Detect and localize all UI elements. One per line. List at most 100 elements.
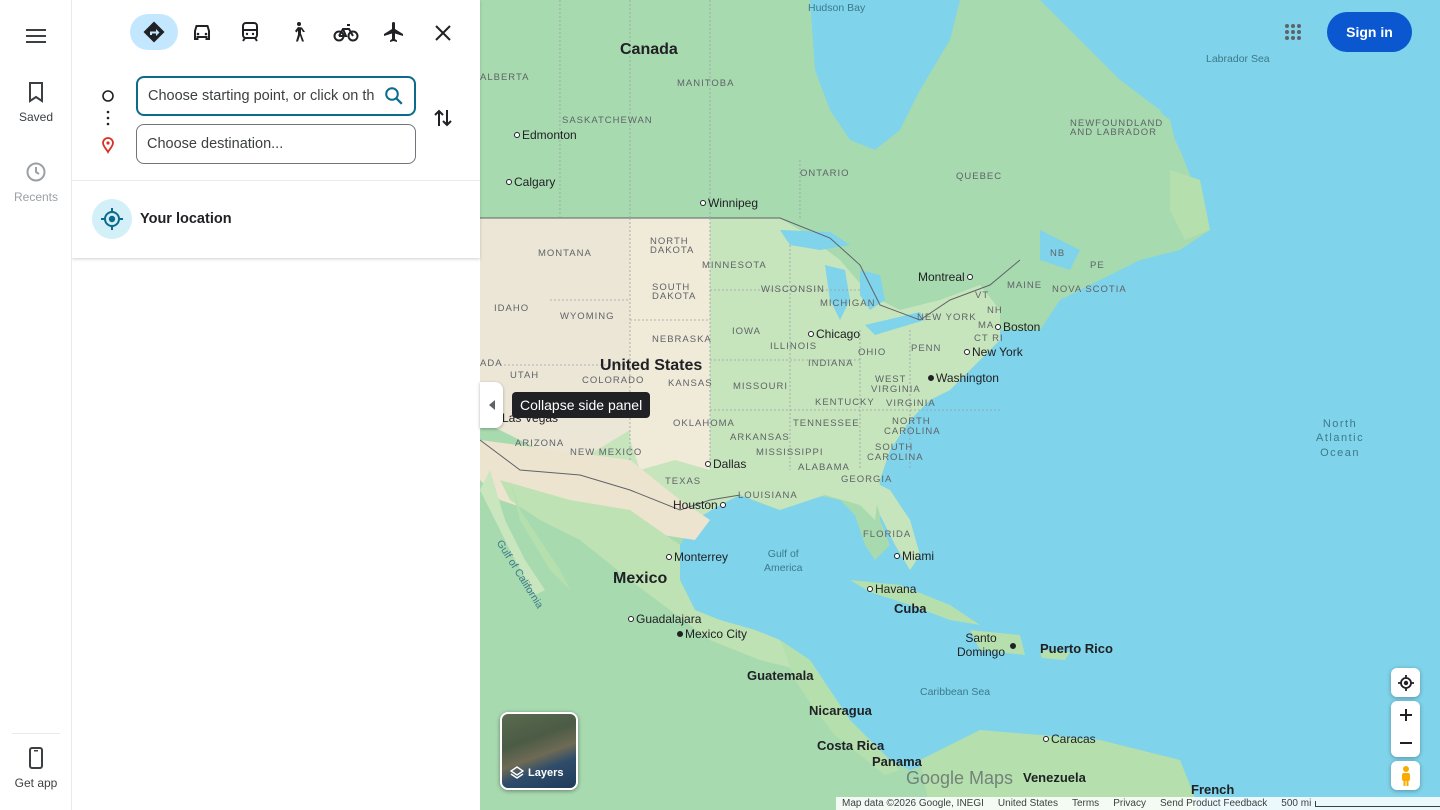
map-label: VIRGINIA [886, 398, 936, 409]
map-label: AND LABRADOR [1070, 127, 1157, 138]
region-link[interactable]: United States [998, 798, 1058, 809]
flights-mode[interactable] [370, 14, 418, 50]
map-label: Hudson Bay [808, 2, 866, 14]
swap-icon [434, 109, 452, 127]
zoom-controls [1391, 701, 1420, 757]
map-label: MONTANA [538, 248, 592, 259]
map-label: ALABAMA [798, 462, 850, 473]
zoom-out-icon[interactable] [1399, 736, 1413, 750]
map-label: Gulf of [767, 548, 799, 560]
map-footer: Map data ©2026 Google, INEGI United Stat… [836, 797, 1440, 810]
map-label: KENTUCKY [815, 397, 875, 408]
terms-link[interactable]: Terms [1072, 798, 1099, 809]
map-label: INDIANA [808, 358, 854, 369]
map-label: MINNESOTA [702, 260, 767, 271]
search-icon[interactable] [384, 86, 404, 106]
map-label: Havana [875, 582, 917, 596]
map-label: IDAHO [494, 303, 530, 314]
map-label: MANITOBA [677, 78, 735, 89]
recents-label: Recents [13, 190, 59, 204]
map-label: Nicaragua [809, 703, 872, 718]
close-directions-button[interactable] [428, 18, 458, 48]
map-label: ARKANSAS [730, 432, 790, 443]
walking-icon [295, 22, 305, 42]
my-location-button[interactable] [1391, 668, 1420, 697]
map-label: New York [972, 345, 1023, 359]
caret-left-icon [488, 400, 495, 410]
destination-field[interactable] [136, 124, 416, 164]
best-route-mode[interactable] [130, 14, 178, 50]
travel-mode-bar [130, 14, 418, 50]
map-label: Chicago [816, 327, 861, 341]
map-label: North Atlantic Ocean [1316, 417, 1364, 460]
your-location-item[interactable]: Your location [92, 198, 232, 240]
map-label: Caribbean Sea [920, 686, 991, 698]
map-label: Chicago [808, 327, 860, 341]
starting-point-field[interactable] [136, 76, 416, 116]
map-label: Atlantic [1316, 432, 1365, 445]
route-markers [102, 90, 114, 155]
car-icon [194, 25, 210, 40]
map-label: Winnipeg [708, 196, 759, 210]
map-label: NEBRASKA [652, 334, 712, 345]
map-label: PE [1090, 260, 1105, 271]
map-label: LOUISIANA [738, 490, 798, 501]
feedback-link[interactable]: Send Product Feedback [1160, 798, 1267, 809]
map-label: Canada [620, 41, 678, 58]
collapse-side-panel-button[interactable] [480, 382, 503, 428]
map-label: Edmonton [522, 128, 577, 142]
google-apps-icon[interactable] [1280, 19, 1306, 45]
layers-icon [510, 766, 524, 779]
map-label: Washington [936, 371, 999, 385]
privacy-link[interactable]: Privacy [1113, 798, 1146, 809]
map-label: Santo [965, 631, 997, 645]
saved-button[interactable]: Saved [0, 80, 72, 124]
bicycle-icon [333, 24, 359, 42]
zoom-in-icon[interactable] [1399, 708, 1413, 722]
walking-mode[interactable] [274, 14, 322, 50]
scale-indicator[interactable]: 500 mi [1281, 798, 1440, 809]
map-label: Washington [928, 371, 999, 385]
map-label: Ocean [1320, 446, 1360, 459]
map-label: Domingo [957, 644, 1006, 659]
map-label: Guadalajara [636, 612, 702, 626]
map-label: ADA [480, 358, 503, 369]
driving-mode[interactable] [178, 14, 226, 50]
swap-button[interactable] [432, 106, 458, 132]
map-label: OKLAHOMA [673, 418, 735, 429]
map-label: Caracas [1051, 732, 1096, 746]
cycling-mode[interactable] [322, 14, 370, 50]
map-label: PENN [911, 343, 942, 354]
sign-in-button[interactable]: Sign in [1327, 12, 1412, 52]
phone-icon [29, 747, 43, 769]
destination-input[interactable] [147, 136, 383, 152]
map-label: Boston [995, 320, 1040, 334]
transit-mode[interactable] [226, 14, 274, 50]
map-label: Winnipeg [700, 196, 758, 210]
map-label: DAKOTA [652, 291, 697, 302]
recents-button[interactable]: Recents [0, 160, 72, 204]
menu-icon[interactable] [22, 22, 50, 50]
map-label: Miami [894, 549, 934, 563]
map-label: DAKOTA [650, 245, 695, 256]
starting-point-input[interactable] [148, 88, 384, 104]
layers-button[interactable]: Layers [500, 712, 578, 790]
map-label: Calgary [514, 175, 556, 189]
map-label: Havana [867, 582, 916, 596]
map-label: CAROLINA [884, 426, 941, 437]
map-label: United States [600, 357, 703, 374]
street-view-pegman[interactable] [1391, 761, 1420, 790]
map-label: North [1322, 418, 1358, 430]
map-label: NOVA SCOTIA [1052, 284, 1127, 295]
map-label: Monterrey [666, 550, 728, 564]
map-label: NEW YORK [917, 312, 977, 323]
map-label: Mexico City [677, 627, 747, 641]
panel-divider [72, 180, 480, 181]
scale-label: 500 mi [1281, 798, 1312, 809]
get-app-button[interactable]: Get app [0, 746, 72, 790]
map-label: Guatemala [747, 668, 814, 683]
map-label: MISSOURI [733, 381, 788, 392]
close-icon [435, 25, 451, 41]
your-location-label: Your location [140, 211, 232, 227]
map-label: QUEBEC [956, 171, 1003, 182]
